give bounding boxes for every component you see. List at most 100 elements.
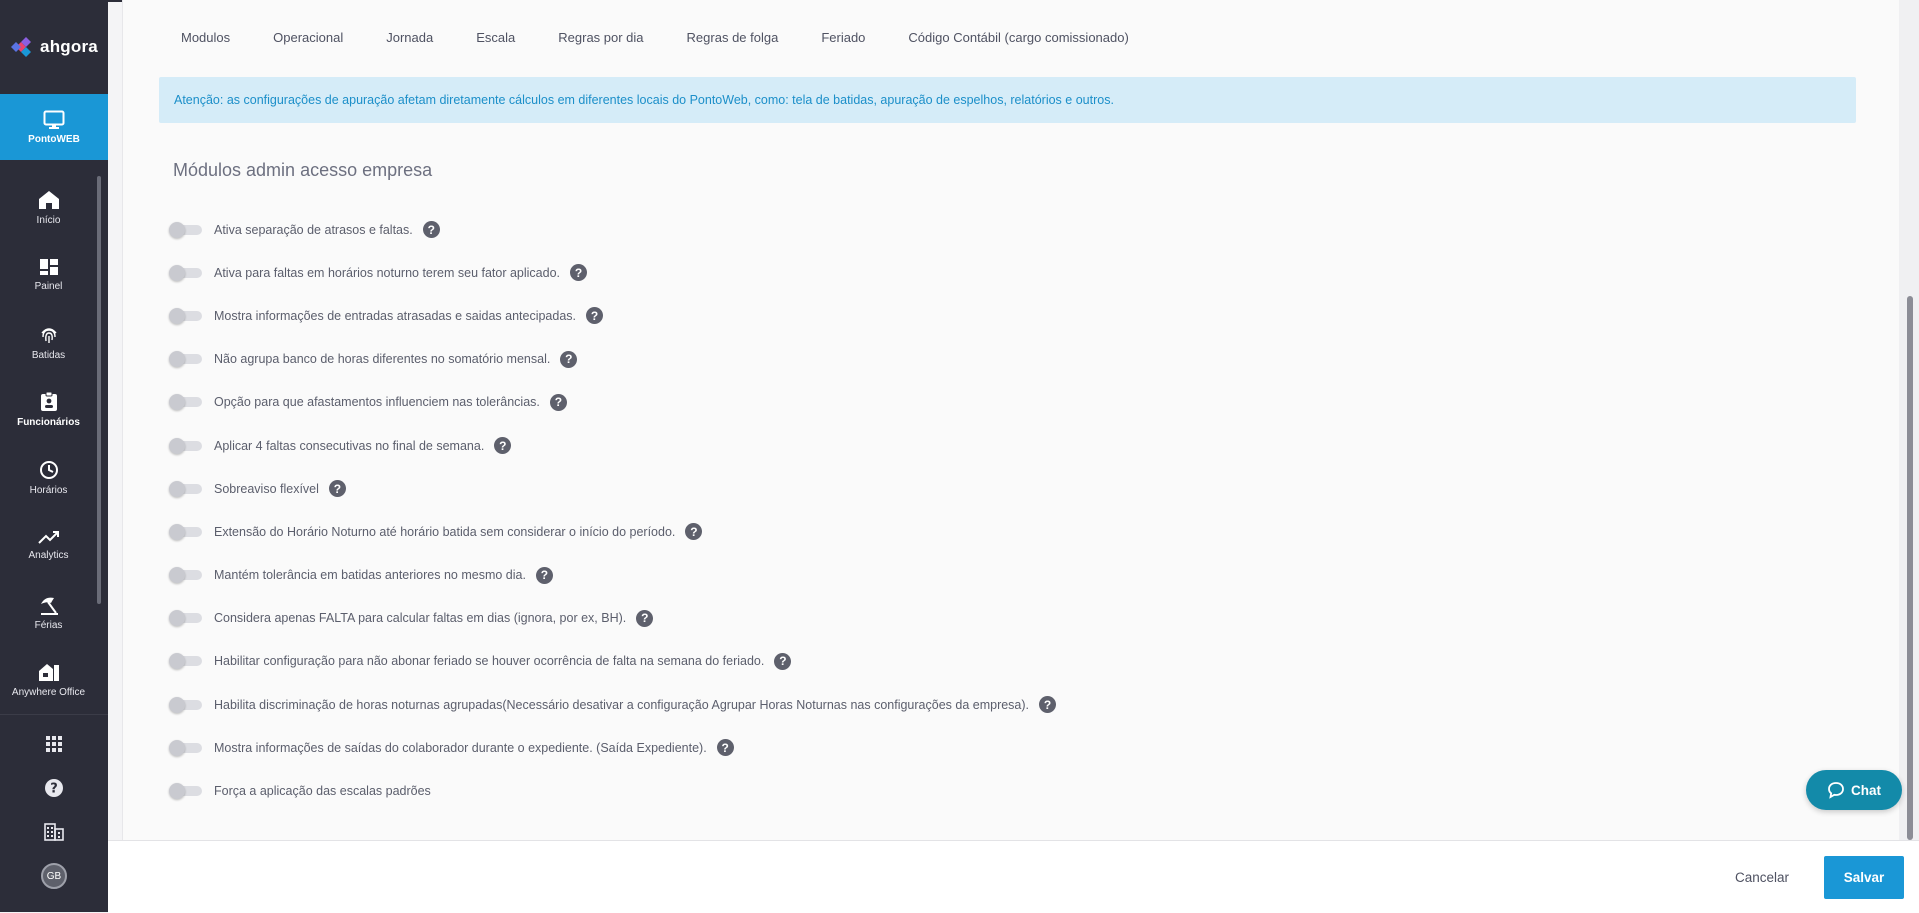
help-icon[interactable]: ? [685,523,703,541]
help-icon[interactable]: ? [586,307,604,325]
option-row: Ativa para faltas em horários noturno te… [168,251,1056,294]
help-icon[interactable]: ? [716,739,734,757]
option-row: Força a aplicação das escalas padrões [168,769,1056,812]
option-label: Mantém tolerância em batidas anteriores … [214,568,526,583]
help-icon[interactable]: ? [494,437,512,455]
sidebar-item-anywhere-office[interactable]: Anywhere Office [0,647,97,715]
option-toggle[interactable] [168,565,204,585]
option-toggle[interactable] [168,436,204,456]
sidebar-item-painel[interactable]: Painel [0,242,97,310]
option-toggle[interactable] [168,651,204,671]
monitor-icon [43,110,65,129]
toggle-knob [169,739,185,756]
option-toggle[interactable] [168,306,204,326]
help-icon[interactable]: ? [560,350,578,368]
help-button[interactable]: ? [0,766,108,810]
help-icon[interactable]: ? [1039,696,1057,714]
option-label: Mostra informações de saídas do colabora… [214,740,707,755]
help-icon[interactable]: ? [774,652,792,670]
fingerprint-icon [40,328,57,343]
toggle-knob [169,394,185,411]
tab-regras-por-dia[interactable]: Regras por dia [558,30,643,45]
option-label: Habilita discriminação de horas noturnas… [214,697,1030,712]
option-toggle[interactable] [168,738,204,758]
toggle-knob [169,567,185,584]
option-label: Ativa para faltas em horários noturno te… [214,265,561,280]
option-row: Mostra informações de entradas atrasadas… [168,294,1056,337]
help-icon[interactable]: ? [535,566,553,584]
ahgora-logo-icon [11,37,32,57]
sidebar-divider [0,714,108,715]
user-menu-button[interactable]: GB [0,854,108,898]
page-scrollbar[interactable] [1899,0,1919,840]
option-label: Força a aplicação das escalas padrões [214,784,431,799]
help-icon[interactable]: ? [636,609,654,627]
sidebar-item-label: Horários [29,484,68,496]
sidebar-item-label: Funcionários [17,417,80,429]
sidebar-bottom: ? GB [0,722,108,898]
sidebar-item-inicio[interactable]: Início [0,174,97,242]
option-toggle[interactable] [168,522,204,542]
option-toggle[interactable] [168,392,204,412]
tab-operacional[interactable]: Operacional [273,30,343,45]
sidebar-item-ferias[interactable]: Férias [0,579,97,647]
option-row: Ativa separação de atrasos e faltas.? [168,208,1056,251]
help-icon[interactable]: ? [549,393,567,411]
sidebar-item-horarios[interactable]: Horários [0,444,97,512]
brand-logo[interactable]: ahgora [0,0,108,94]
tab-regras-de-folga[interactable]: Regras de folga [687,30,779,45]
tab-modulos[interactable]: Modulos [181,30,230,45]
toggle-knob [169,696,185,713]
alert-text: Atenção: as configurações de apuração af… [174,93,1114,107]
option-toggle[interactable] [168,695,204,715]
option-label: Habilitar configuração para não abonar f… [214,654,765,669]
brand-name: ahgora [40,37,98,56]
options-list: Ativa separação de atrasos e faltas.? Ati… [168,208,1057,813]
sidebar-item-label: Batidas [31,349,66,361]
help-icon[interactable]: ? [328,480,346,498]
apps-grid-button[interactable] [0,722,108,766]
home-office-icon [38,664,59,682]
tab-codigo-contabil[interactable]: Código Contábil (cargo comissionado) [908,30,1128,45]
option-label: Aplicar 4 faltas consecutivas no final d… [214,438,485,453]
option-row: Habilita discriminação de horas noturnas… [168,683,1057,726]
info-alert: Atenção: as configurações de apuração af… [159,77,1856,123]
company-button[interactable] [0,810,108,854]
option-row: Opção para que afastamentos influenciem … [168,381,1056,424]
tab-bar: Modulos Operacional Jornada Escala Regra… [181,30,1172,45]
option-toggle[interactable] [168,220,204,240]
dashboard-icon [39,259,58,276]
sidebar-item-label: PontoWEB [28,133,80,145]
option-toggle[interactable] [168,608,204,628]
sidebar-item-label: Férias [34,619,63,631]
badge-icon [40,392,57,412]
option-toggle[interactable] [168,263,204,283]
sidebar-item-analytics[interactable]: Analytics [0,512,97,580]
option-row: Considera apenas FALTA para calcular fal… [168,597,1056,640]
option-label: Não agrupa banco de horas diferentes no … [214,352,551,367]
svg-text:?: ? [50,782,58,797]
option-label: Mostra informações de entradas atrasadas… [214,308,577,323]
chat-button[interactable]: Chat [1806,770,1902,810]
save-button[interactable]: Salvar [1824,856,1904,899]
toggle-knob [169,221,185,238]
help-icon[interactable]: ? [570,264,588,282]
sidebar-item-funcionarios[interactable]: Funcionários [0,377,97,445]
sidebar-item-batidas[interactable]: Batidas [0,309,97,377]
tab-escala[interactable]: Escala [476,30,515,45]
toggle-knob [169,437,185,454]
sidebar: ahgora PontoWEB Início Painel Batidas Fu… [0,0,108,912]
tab-feriado[interactable]: Feriado [821,30,865,45]
option-toggle[interactable] [168,479,204,499]
tab-jornada[interactable]: Jornada [386,30,433,45]
sidebar-item-pontoweb[interactable]: PontoWEB [0,94,108,160]
toggle-knob [169,653,185,670]
cancel-button[interactable]: Cancelar [1722,857,1802,897]
option-toggle[interactable] [168,781,204,801]
option-row: Extensão do Horário Noturno até horário … [168,510,1056,553]
option-toggle[interactable] [168,349,204,369]
page-scrollbar-thumb[interactable] [1907,296,1913,840]
sidebar-scrollbar[interactable] [97,176,101,604]
help-icon[interactable]: ? [422,221,440,239]
sidebar-item-label: Anywhere Office [11,687,86,699]
